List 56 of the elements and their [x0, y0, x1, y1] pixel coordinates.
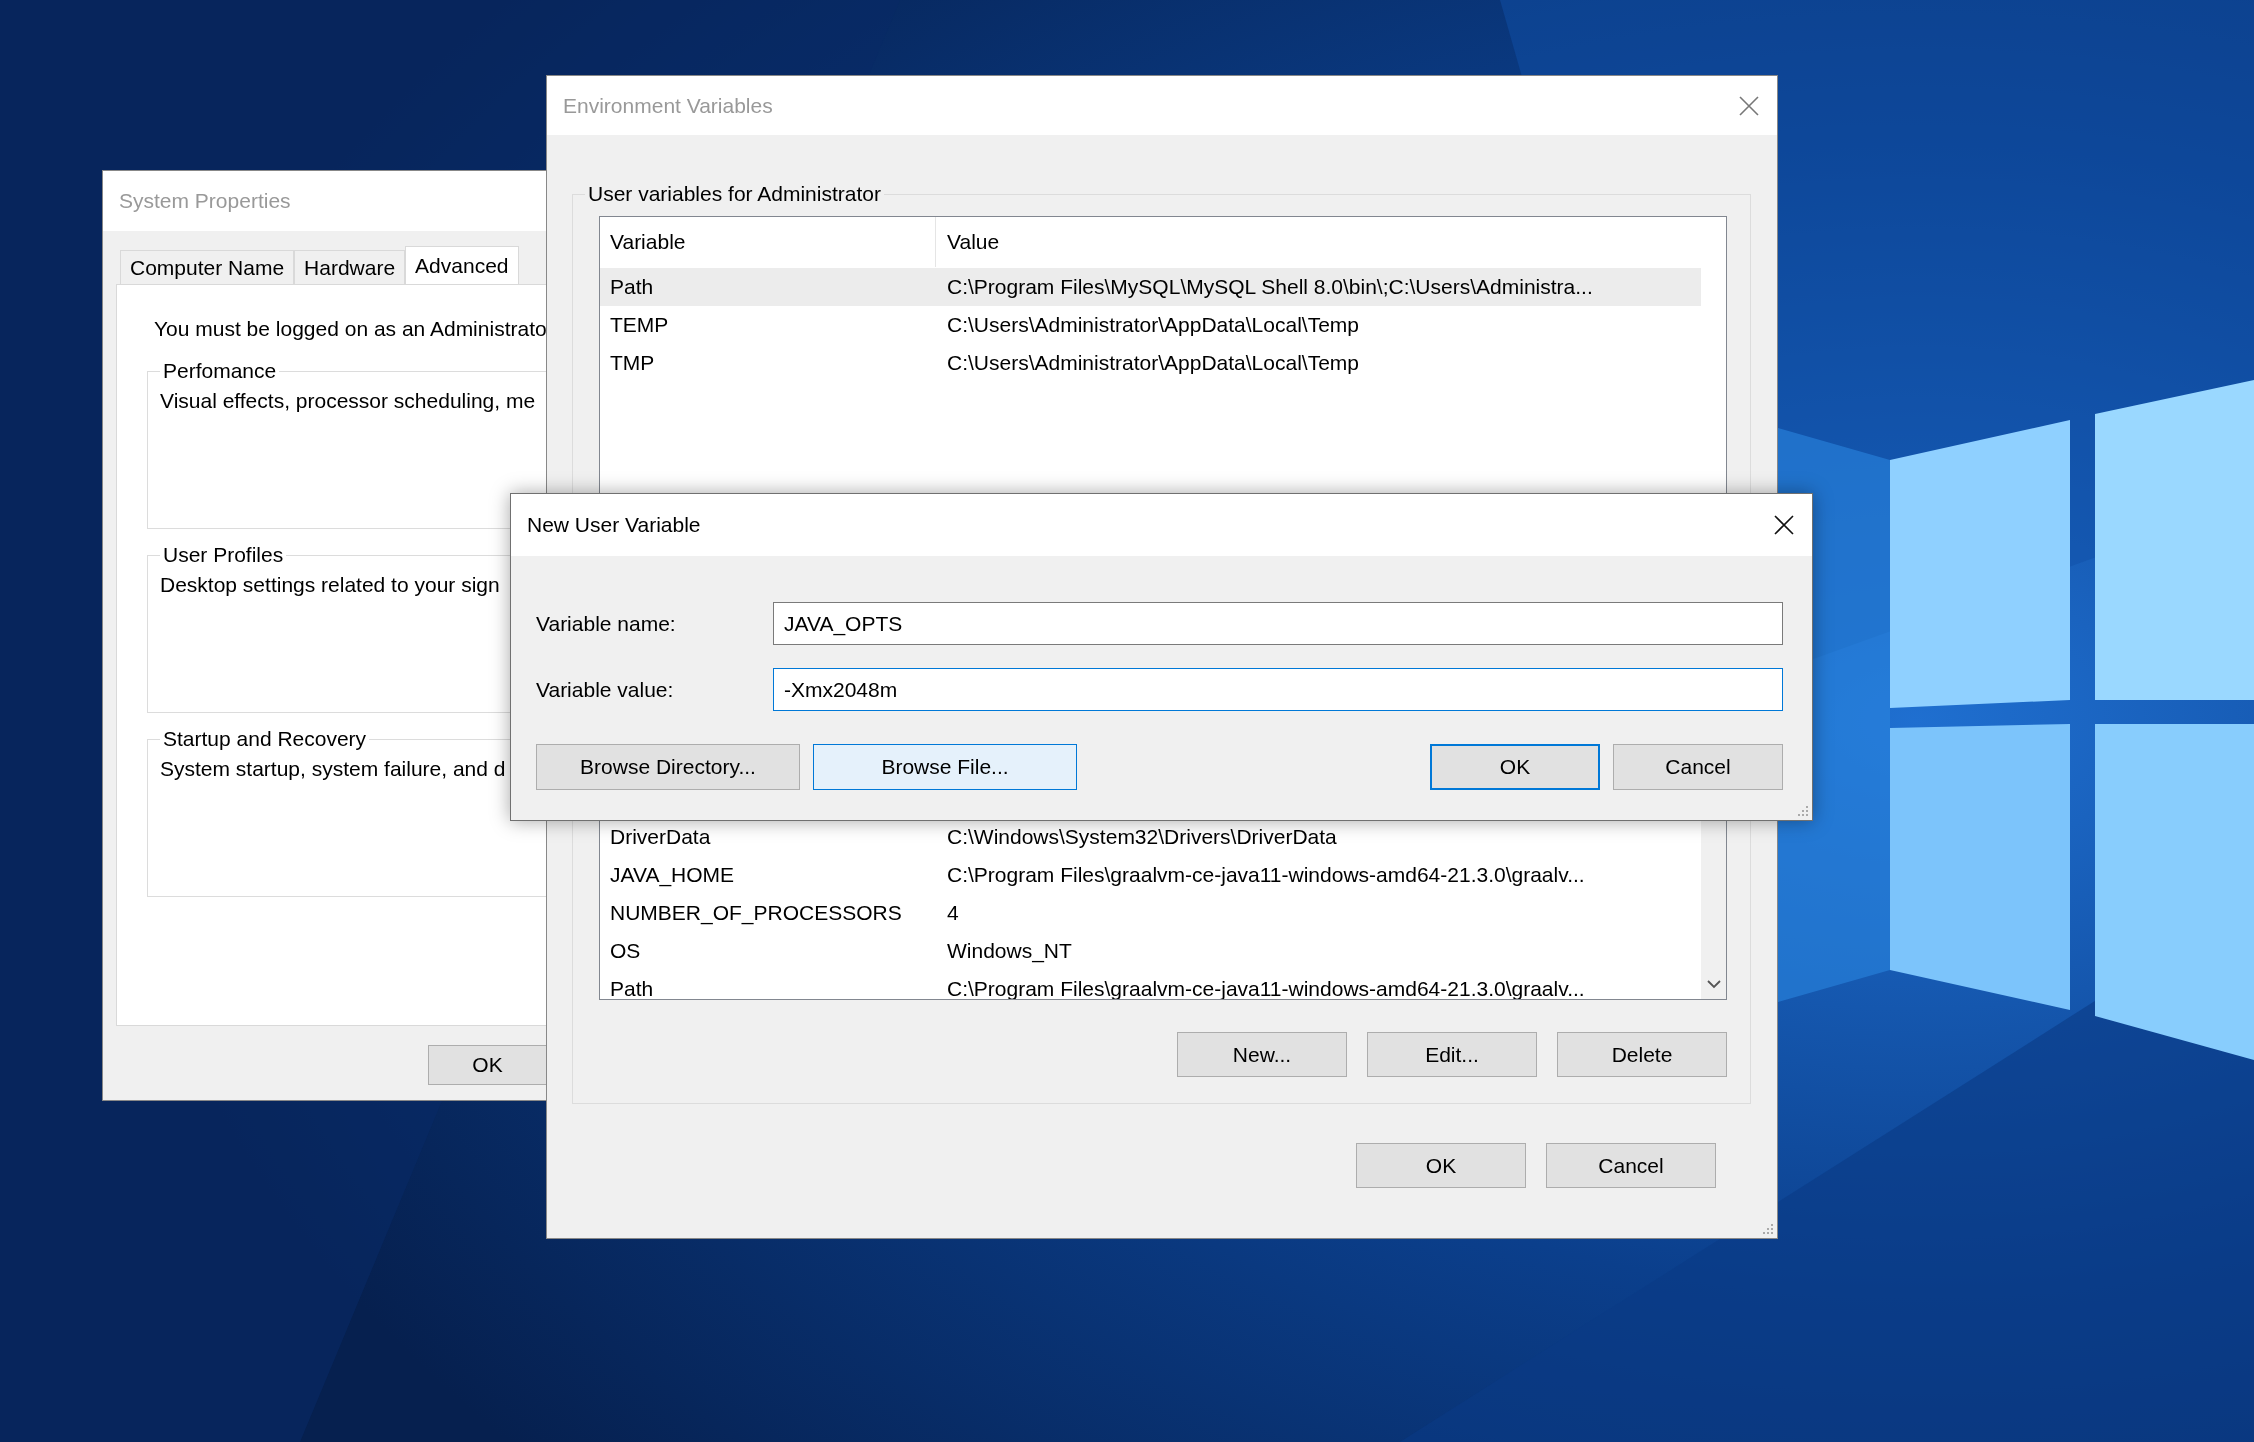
window-title: System Properties: [119, 189, 291, 213]
variable-name: TMP: [609, 351, 656, 375]
tab[interactable]: Computer Name: [120, 250, 295, 284]
tab[interactable]: Hardware: [294, 250, 406, 284]
group-description: Desktop settings related to your sign: [160, 573, 500, 596]
group-title: Startup and Recovery: [162, 727, 368, 751]
group-title: User variables for Administrator: [587, 182, 882, 206]
variable-name: Path: [609, 275, 655, 299]
list-action-button[interactable]: New...: [1177, 1032, 1347, 1077]
variable-value: C:\Users\Administrator\AppData\Local\Temp: [946, 351, 1359, 375]
scroll-down-icon[interactable]: [1707, 980, 1721, 989]
notice-text: You must be logged on as an Administrato: [154, 317, 546, 341]
variable-value: C:\Program Files\graalvm-ce-java11-windows-amd64-21.3.0\graalv...: [946, 863, 1585, 887]
variable-name: DriverData: [609, 825, 712, 849]
input-field[interactable]: -Xmx2048m: [773, 668, 1783, 711]
list-row[interactable]: NUMBER_OF_PROCESSORS 4: [600, 894, 1701, 932]
column-header[interactable]: Value: [936, 217, 1000, 267]
variable-value: C:\Program Files\MySQL\MySQL Shell 8.0\bin\;C:\Users\Administra...: [946, 275, 1593, 299]
input-field[interactable]: JAVA_OPTS: [773, 602, 1783, 645]
field-label: Variable value:: [536, 677, 675, 702]
list-row[interactable]: JAVA_HOME C:\Program Files\graalvm-ce-java11-windows-amd64-21.3.0\graalv...: [600, 856, 1701, 894]
browse-button[interactable]: Browse File...: [813, 744, 1077, 790]
list-row[interactable]: OS Windows_NT: [600, 932, 1701, 970]
resize-grip-icon[interactable]: [1797, 805, 1809, 817]
group-description: Visual effects, processor scheduling, me: [160, 389, 536, 412]
resize-grip-icon[interactable]: [1762, 1223, 1774, 1235]
list-row[interactable]: TMP C:\Users\Administrator\AppData\Local\Temp: [600, 344, 1701, 382]
window-title: Environment Variables: [563, 93, 773, 118]
list-row[interactable]: TEMP C:\Users\Administrator\AppData\Local\Temp: [600, 306, 1701, 344]
variable-value: 4: [946, 901, 959, 925]
dialog-button[interactable]: Cancel: [1613, 744, 1783, 790]
column-header[interactable]: Variable: [600, 217, 936, 267]
variable-value: C:\Users\Administrator\AppData\Local\Temp: [946, 313, 1359, 337]
variable-name: JAVA_HOME: [609, 863, 736, 887]
dialog-button[interactable]: OK: [1356, 1143, 1526, 1188]
variable-name: TEMP: [609, 313, 670, 337]
browse-button[interactable]: Browse Directory...: [536, 744, 800, 790]
variable-name: OS: [609, 939, 642, 963]
variable-value: Windows_NT: [946, 939, 1072, 963]
dialog-title: New User Variable: [527, 513, 701, 537]
list-row[interactable]: DriverData C:\Windows\System32\Drivers\DriverData: [600, 818, 1701, 856]
tab[interactable]: Advanced: [405, 246, 519, 284]
field-label: Variable name:: [536, 611, 677, 636]
group-description: System startup, system failure, and d: [160, 757, 506, 780]
variable-value: C:\Windows\System32\Drivers\DriverData: [946, 825, 1337, 849]
ok-button[interactable]: OK: [428, 1045, 546, 1085]
dialog-button[interactable]: OK: [1430, 744, 1600, 790]
variable-name: Path: [609, 977, 655, 999]
list-action-button[interactable]: Delete: [1557, 1032, 1727, 1077]
group-title: Perfomance: [162, 359, 278, 383]
list-action-button[interactable]: Edit...: [1367, 1032, 1537, 1077]
list-row[interactable]: Path C:\Program Files\MySQL\MySQL Shell 8.0\bin\;C:\Users\Administra...: [600, 268, 1701, 306]
group-title: User Profiles: [162, 543, 285, 567]
close-icon[interactable]: [1774, 515, 1794, 535]
dialog-button[interactable]: Cancel: [1546, 1143, 1716, 1188]
variable-name: NUMBER_OF_PROCESSORS: [609, 901, 903, 925]
